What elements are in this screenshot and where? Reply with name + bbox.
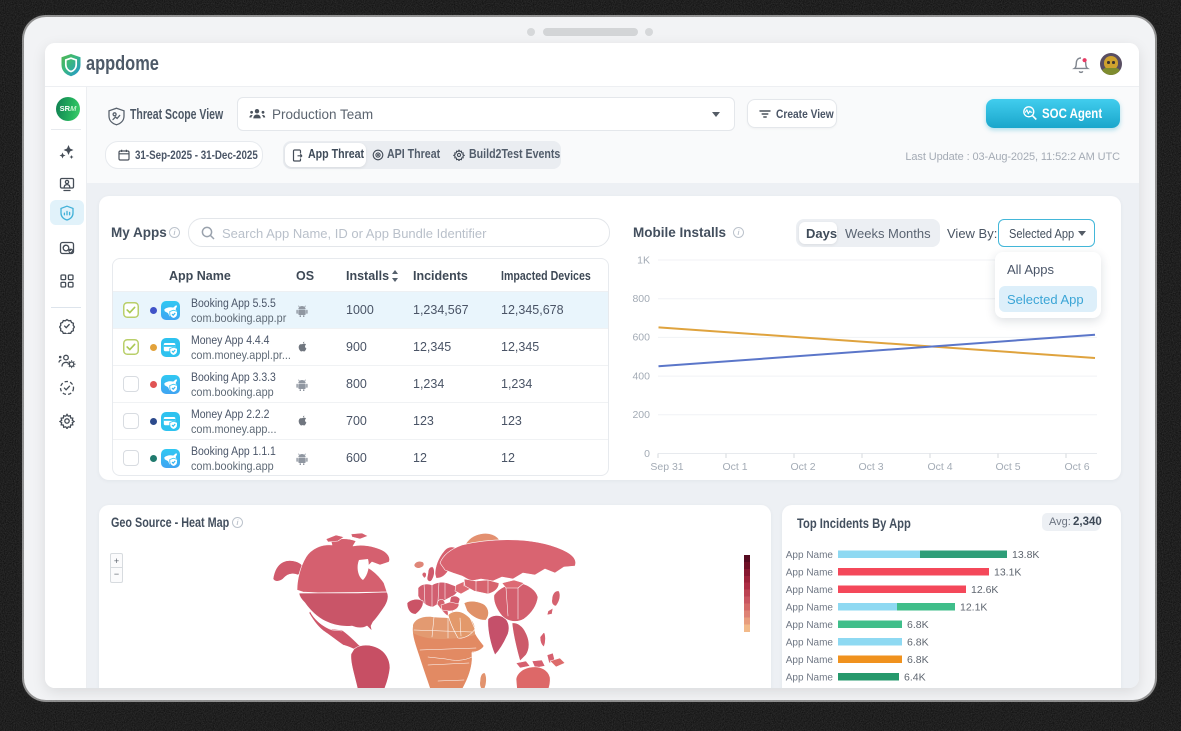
svg-text:200: 200 (632, 409, 650, 421)
svg-text:Oct 6: Oct 6 (1064, 461, 1089, 473)
svg-text:13.8K: 13.8K (1012, 549, 1039, 561)
svg-text:Oct 1: Oct 1 (722, 461, 747, 473)
svg-text:6.8K: 6.8K (907, 637, 929, 649)
svg-text:Oct 3: Oct 3 (858, 461, 883, 473)
svg-text:6.8K: 6.8K (907, 654, 929, 666)
svg-text:App Name: App Name (786, 655, 834, 666)
svg-text:App Name: App Name (786, 620, 834, 631)
svg-text:1K: 1K (637, 255, 650, 267)
svg-text:12.1K: 12.1K (960, 602, 987, 614)
svg-text:6.4K: 6.4K (904, 672, 926, 684)
svg-text:App Name: App Name (786, 568, 834, 579)
svg-text:Sep 31: Sep 31 (650, 461, 683, 473)
svg-text:600: 600 (632, 332, 650, 344)
svg-text:800: 800 (632, 293, 650, 305)
svg-text:App Name: App Name (786, 550, 834, 561)
svg-text:6.8K: 6.8K (907, 619, 929, 631)
svg-text:Oct 4: Oct 4 (927, 461, 952, 473)
svg-text:App Name: App Name (786, 603, 834, 614)
svg-text:Oct 2: Oct 2 (790, 461, 815, 473)
svg-text:13.1K: 13.1K (994, 567, 1021, 579)
svg-text:App Name: App Name (786, 673, 834, 684)
svg-text:0: 0 (644, 448, 650, 460)
svg-text:App Name: App Name (786, 638, 834, 649)
svg-text:App Name: App Name (786, 585, 834, 596)
svg-text:Oct 5: Oct 5 (995, 461, 1020, 473)
svg-text:12.6K: 12.6K (971, 584, 998, 596)
svg-text:400: 400 (632, 370, 650, 382)
